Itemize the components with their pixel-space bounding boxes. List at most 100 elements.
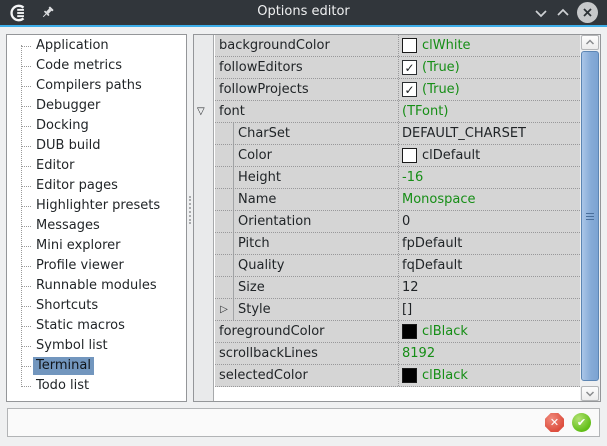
options-editor-window: Options editor ApplicationCode metricsCo… <box>0 0 607 446</box>
property-name-label: followEditors <box>215 60 303 75</box>
property-value-cell[interactable]: 0 <box>398 211 580 232</box>
tree-item-editor-pages[interactable]: Editor pages <box>7 176 186 196</box>
tree-item-label: Static macros <box>33 317 128 335</box>
property-value-cell[interactable]: ✓(True) <box>398 79 580 100</box>
property-row-foregroundcolor[interactable]: foregroundColorclBlack <box>215 321 580 343</box>
tree-item-runnable-modules[interactable]: Runnable modules <box>7 276 186 296</box>
property-value-label: fpDefault <box>402 236 462 251</box>
property-row-followeditors[interactable]: followEditors ✓(True) <box>215 57 580 79</box>
collapse-arrow-icon[interactable]: ▽ <box>197 107 205 117</box>
property-row-charset[interactable]: CharSet DEFAULT_CHARSET <box>215 123 580 145</box>
chevron-up-icon[interactable] <box>555 8 571 18</box>
property-value-cell[interactable]: fqDefault <box>398 255 580 276</box>
indent-guide <box>215 211 234 232</box>
tree-item-compilers-paths[interactable]: Compilers paths <box>7 76 186 96</box>
property-value-cell[interactable]: DEFAULT_CHARSET <box>398 123 580 144</box>
property-row-quality[interactable]: QualityfqDefault <box>215 255 580 277</box>
tree-item-application[interactable]: Application <box>7 36 186 56</box>
property-value-label: [] <box>402 302 412 317</box>
property-row-scrollbacklines[interactable]: scrollbackLines8192 <box>215 343 580 365</box>
property-value-cell[interactable]: clBlack <box>398 321 580 342</box>
property-value-cell[interactable]: -16 <box>398 167 580 188</box>
property-grid[interactable]: backgroundColor clWhite followEditors ✓(Tru… <box>193 34 601 402</box>
color-swatch[interactable] <box>402 368 417 383</box>
property-value-cell[interactable]: ✓(True) <box>398 57 580 78</box>
tree-item-editor[interactable]: Editor <box>7 156 186 176</box>
property-value-label: 0 <box>402 214 410 229</box>
checkbox-checked-icon[interactable]: ✓ <box>402 82 417 97</box>
tree-item-static-macros[interactable]: Static macros <box>7 316 186 336</box>
tree-item-label: Docking <box>33 117 92 135</box>
property-value-cell[interactable]: clBlack <box>398 365 580 386</box>
property-name-label: Style <box>234 302 271 317</box>
property-row-font[interactable]: ▽font(TFont) <box>215 101 580 123</box>
property-name-cell: foregroundColor <box>215 321 398 342</box>
property-row-followprojects[interactable]: followProjects✓(True) <box>215 79 580 101</box>
tree-item-code-metrics[interactable]: Code metrics <box>7 56 186 76</box>
property-value-cell[interactable]: fpDefault <box>398 233 580 254</box>
property-value-label: DEFAULT_CHARSET <box>402 126 526 141</box>
tree-item-dub-build[interactable]: DUB build <box>7 136 186 156</box>
scroll-up-button[interactable] <box>581 35 599 50</box>
property-value-cell[interactable]: (TFont) <box>398 101 580 122</box>
property-row-color[interactable]: Color clDefault <box>215 145 580 167</box>
property-row-height[interactable]: Height -16 <box>215 167 580 189</box>
property-value-label: clBlack <box>422 368 468 383</box>
property-name-label: backgroundColor <box>215 38 330 53</box>
tree-item-todo-list[interactable]: Todo list <box>7 376 186 396</box>
property-row-backgroundcolor[interactable]: backgroundColor clWhite <box>215 35 580 57</box>
property-row-style[interactable]: ▷ Style [] <box>215 299 580 321</box>
scroll-down-button[interactable] <box>581 386 599 401</box>
property-value-cell[interactable]: 8192 <box>398 343 580 364</box>
property-name-label: font <box>215 104 245 119</box>
checkbox-checked-icon[interactable]: ✓ <box>402 60 417 75</box>
tree-item-shortcuts[interactable]: Shortcuts <box>7 296 186 316</box>
property-row-size[interactable]: Size 12 <box>215 277 580 299</box>
tree-item-docking[interactable]: Docking <box>7 116 186 136</box>
property-row-name[interactable]: NameMonospace <box>215 189 580 211</box>
expand-arrow-icon[interactable]: ▷ <box>220 305 228 315</box>
tree-item-label: Application <box>33 37 112 55</box>
property-name-label: Pitch <box>234 236 270 251</box>
color-swatch[interactable] <box>402 38 417 53</box>
close-icon[interactable] <box>577 2 598 23</box>
scrollbar-thumb[interactable] <box>581 51 599 381</box>
property-name-cell: Height <box>215 167 398 188</box>
property-value-cell[interactable]: [] <box>398 299 580 320</box>
tree-item-highlighter-presets[interactable]: Highlighter presets <box>7 196 186 216</box>
property-name-label: CharSet <box>234 126 290 141</box>
property-value-cell[interactable]: 12 <box>398 277 580 298</box>
vertical-scrollbar[interactable] <box>580 35 600 401</box>
property-row-pitch[interactable]: Pitch fpDefault <box>215 233 580 255</box>
indent-guide <box>215 189 234 210</box>
property-value-cell[interactable]: Monospace <box>398 189 580 210</box>
options-category-tree[interactable]: ApplicationCode metricsCompilers pathsDe… <box>6 34 187 402</box>
property-value-cell[interactable]: clDefault <box>398 145 580 166</box>
tree-item-terminal[interactable]: Terminal <box>7 356 186 376</box>
cancel-button[interactable]: ✕ <box>545 413 564 432</box>
property-value-cell[interactable]: clWhite <box>398 35 580 56</box>
tree-item-mini-explorer[interactable]: Mini explorer <box>7 236 186 256</box>
dialog-footer: ✕ ✔ <box>7 408 600 437</box>
tree-item-messages[interactable]: Messages <box>7 216 186 236</box>
color-swatch[interactable] <box>402 148 417 163</box>
property-row-orientation[interactable]: Orientation 0 <box>215 211 580 233</box>
property-name-label: Color <box>234 148 272 163</box>
property-name-cell: Orientation <box>215 211 398 232</box>
property-name-cell: scrollbackLines <box>215 343 398 364</box>
tree-item-label: Debugger <box>33 97 103 115</box>
accept-button[interactable]: ✔ <box>572 413 591 432</box>
tree-item-debugger[interactable]: Debugger <box>7 96 186 116</box>
property-value-label: (TFont) <box>402 104 448 119</box>
tree-item-symbol-list[interactable]: Symbol list <box>7 336 186 356</box>
property-row-selectedcolor[interactable]: selectedColorclBlack <box>215 365 580 387</box>
window-title: Options editor <box>0 4 607 19</box>
tree-item-profile-viewer[interactable]: Profile viewer <box>7 256 186 276</box>
property-name-label: Size <box>234 280 265 295</box>
titlebar[interactable]: Options editor <box>0 0 607 25</box>
chevron-down-icon[interactable] <box>533 8 549 18</box>
splitter-grip-icon <box>189 196 192 224</box>
color-swatch[interactable] <box>402 324 417 339</box>
indent-guide <box>215 277 234 298</box>
property-value-label: -16 <box>402 170 423 185</box>
